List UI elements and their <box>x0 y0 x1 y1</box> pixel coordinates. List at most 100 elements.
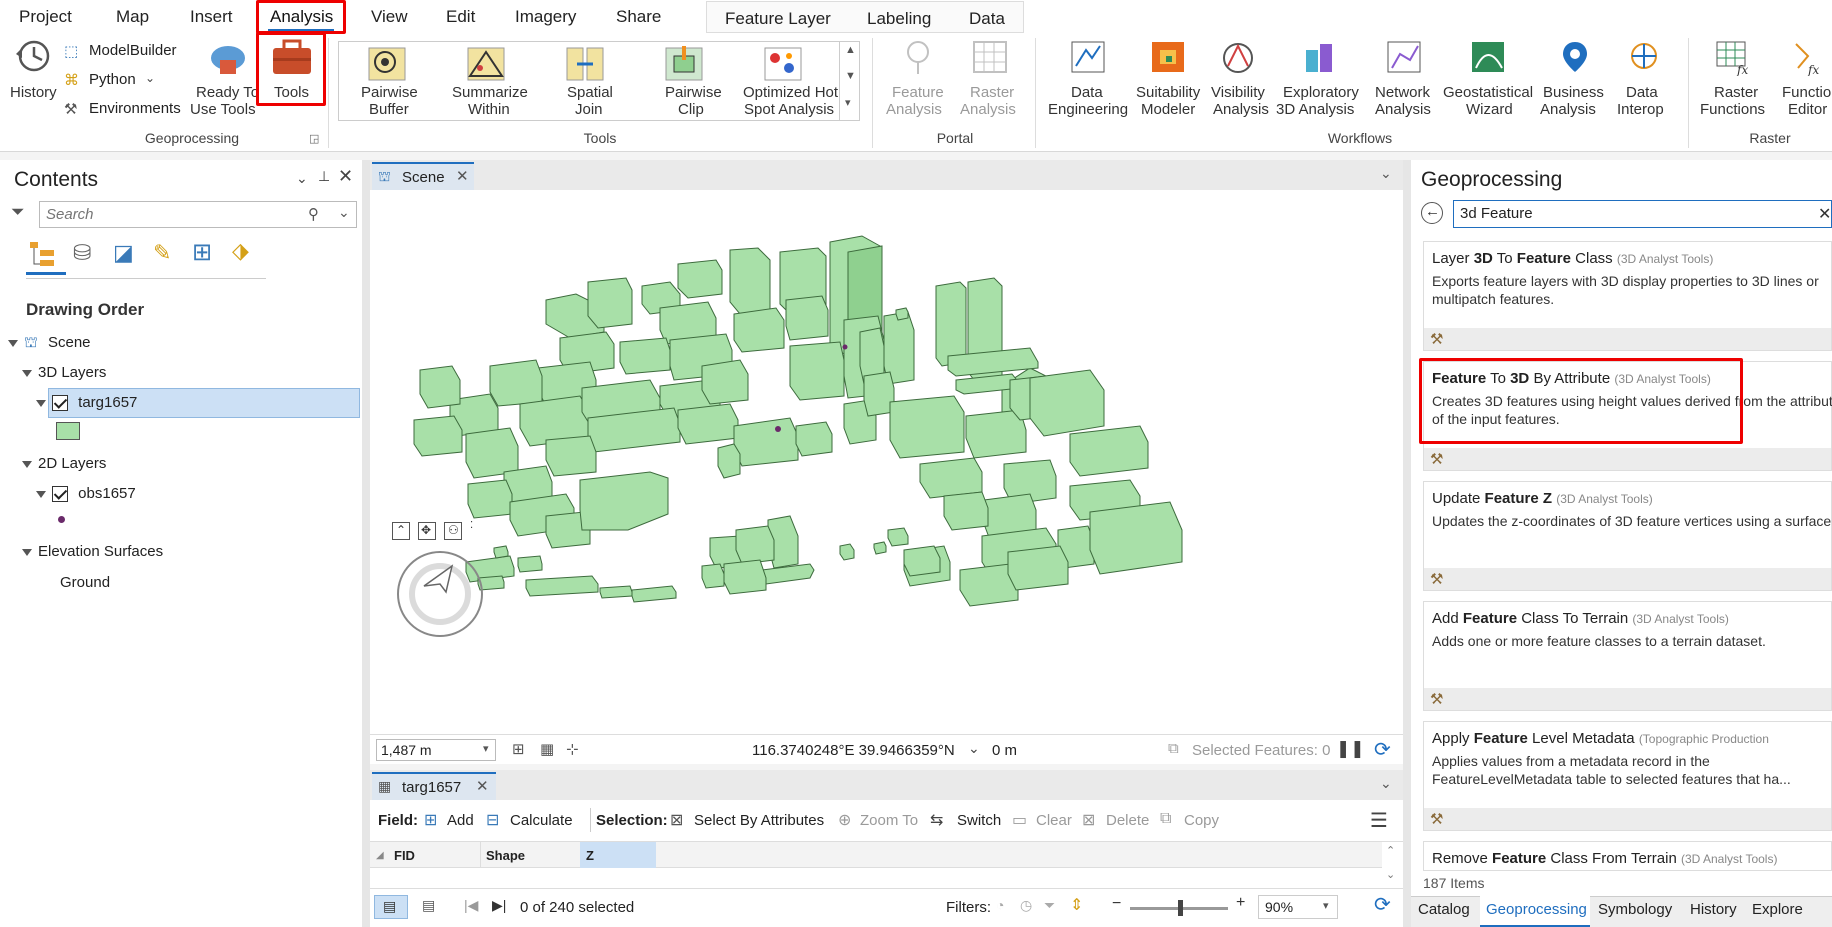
tab-symbology[interactable]: Symbology <box>1598 901 1672 918</box>
layer-symbol-swatch[interactable] <box>56 422 80 440</box>
scroll-up-icon[interactable]: ⌃ <box>1386 844 1395 857</box>
splitter[interactable] <box>362 160 370 927</box>
tab-data[interactable]: Data <box>969 9 1005 29</box>
summarize-within-line2[interactable]: Within <box>468 101 510 118</box>
gallery-scroller[interactable]: ▲ ▼ ▾ <box>839 42 860 120</box>
walk-mode-button[interactable]: ⚇ <box>444 522 462 540</box>
navigator-collapse-button[interactable]: ⌃ <box>392 522 410 540</box>
function-editor-line1[interactable]: Function <box>1782 84 1832 101</box>
delete-button[interactable]: Delete <box>1106 812 1149 829</box>
data-engineering-line1[interactable]: Data <box>1071 84 1103 101</box>
raster-analysis-line1[interactable]: Raster <box>970 84 1014 101</box>
network-line2[interactable]: Analysis <box>1375 101 1431 118</box>
gp-result-card[interactable]: Add Feature Class To Terrain (3D Analyst… <box>1423 601 1832 711</box>
clear-button[interactable]: Clear <box>1036 812 1072 829</box>
close-icon[interactable]: ✕ <box>338 166 353 187</box>
show-all-records-button[interactable]: ▤ <box>374 895 408 919</box>
spatial-join-line1[interactable]: Spatial <box>567 84 613 101</box>
tree-ground[interactable]: Ground <box>60 574 110 591</box>
gp-result-title[interactable]: Remove Feature Class From Terrain (3D An… <box>1432 850 1777 867</box>
chevron-down-icon[interactable]: ⌄ <box>338 204 350 221</box>
chevron-up-icon[interactable]: ▲ <box>845 44 856 56</box>
gp-result-card[interactable]: Remove Feature Class From Terrain (3D An… <box>1423 841 1832 871</box>
grid-icon[interactable]: ▦ <box>540 740 554 758</box>
menu-map[interactable]: Map <box>116 7 149 27</box>
caret-icon[interactable] <box>22 548 32 556</box>
list-by-labeling-icon[interactable]: ⬗ <box>232 238 249 264</box>
tree-layer-3d[interactable]: targ1657 <box>36 394 137 412</box>
filter-time-icon[interactable]: ◷ <box>1020 897 1032 914</box>
snapping-icon[interactable]: ⊹ <box>566 740 579 758</box>
ready-to-use-line2[interactable]: Use Tools <box>190 101 256 118</box>
switch-button[interactable]: Switch <box>957 812 1001 829</box>
business-line1[interactable]: Business <box>1543 84 1604 101</box>
column-header-z[interactable]: Z <box>586 848 594 863</box>
data-interop-line1[interactable]: Data <box>1626 84 1658 101</box>
zoom-level-selector[interactable]: 90% ▾ <box>1258 895 1338 919</box>
dialog-launcher-icon[interactable]: ◲ <box>309 132 319 145</box>
caret-icon[interactable] <box>36 399 46 407</box>
hot-spot-line2[interactable]: Spot Analysis <box>744 101 834 118</box>
tree-elevation-surfaces[interactable]: Elevation Surfaces <box>22 543 163 560</box>
menu-edit[interactable]: Edit <box>446 7 475 27</box>
python-button[interactable]: Python <box>89 71 136 88</box>
refresh-icon[interactable]: ⟳ <box>1374 892 1391 917</box>
chevron-down-icon[interactable]: ⌄ <box>1380 165 1392 182</box>
back-button[interactable]: ← <box>1421 202 1443 224</box>
fixed-zoom-icon[interactable]: ⊞ <box>512 740 525 758</box>
copy-button[interactable]: Copy <box>1184 812 1219 829</box>
pin-icon[interactable]: ⊥ <box>318 168 330 185</box>
range-icon[interactable]: ⇕ <box>1070 895 1083 915</box>
tree-scene[interactable]: ⛫ Scene <box>8 334 91 353</box>
feature-analysis-line1[interactable]: Feature <box>892 84 944 101</box>
scene-map-view[interactable]: ⌃ ✥ ⚇ ⁚ <box>370 190 1403 734</box>
gp-result-title[interactable]: Layer 3D To Feature Class (3D Analyst To… <box>1432 250 1713 267</box>
history-icon[interactable] <box>12 38 54 81</box>
menu-insert[interactable]: Insert <box>190 7 233 27</box>
gallery-expand-icon[interactable]: ▾ <box>845 96 851 109</box>
ready-to-use-line1[interactable]: Ready To <box>196 84 259 101</box>
close-icon[interactable]: ✕ <box>476 777 489 795</box>
layer-visibility-checkbox[interactable] <box>52 395 68 412</box>
point-symbol[interactable] <box>58 516 65 523</box>
contents-search-box[interactable]: ⚲ ⌄ <box>39 201 357 228</box>
column-header-shape[interactable]: Shape <box>486 848 525 863</box>
menu-share[interactable]: Share <box>616 7 661 27</box>
splitter[interactable] <box>1403 160 1411 927</box>
feature-analysis-line2[interactable]: Analysis <box>886 101 942 118</box>
history-button[interactable]: History <box>10 84 57 101</box>
gp-result-title[interactable]: Update Feature Z (3D Analyst Tools) <box>1432 490 1653 507</box>
pairwise-buffer-line1[interactable]: Pairwise <box>361 84 418 101</box>
list-by-source-icon[interactable]: ⛁ <box>73 240 91 266</box>
pairwise-clip-line1[interactable]: Pairwise <box>665 84 722 101</box>
navigator-compass[interactable] <box>394 548 484 638</box>
zoom-to-button[interactable]: Zoom To <box>860 812 918 829</box>
data-engineering-line2[interactable]: Engineering <box>1048 101 1128 118</box>
filter-icon[interactable]: ⏷ <box>11 202 25 222</box>
more-icon[interactable]: ⁚ <box>470 520 473 531</box>
list-by-drawing-order-icon[interactable] <box>28 240 64 270</box>
gp-result-card[interactable]: Apply Feature Level Metadata (Topographi… <box>1423 721 1832 831</box>
caret-icon[interactable] <box>8 339 18 347</box>
pan-mode-button[interactable]: ✥ <box>418 522 436 540</box>
select-all-icon[interactable]: ◢ <box>376 850 384 861</box>
suitability-line1[interactable]: Suitability <box>1136 84 1200 101</box>
environments-button[interactable]: Environments <box>89 100 181 117</box>
menu-icon[interactable]: ☰ <box>1370 808 1388 833</box>
caret-icon[interactable] <box>36 490 46 498</box>
gp-search-box[interactable]: 3d Feature ✕ <box>1453 200 1832 228</box>
geostatistical-line2[interactable]: Wizard <box>1466 101 1513 118</box>
scroll-down-icon[interactable]: ⌄ <box>1386 868 1395 881</box>
spatial-join-line2[interactable]: Join <box>575 101 603 118</box>
calculate-button[interactable]: Calculate <box>510 812 573 829</box>
gp-result-card[interactable]: Update Feature Z (3D Analyst Tools) Upda… <box>1423 481 1832 591</box>
caret-icon[interactable] <box>22 460 32 468</box>
data-interop-line2[interactable]: Interop <box>1617 101 1664 118</box>
pairwise-buffer-line2[interactable]: Buffer <box>369 101 409 118</box>
tab-geoprocessing[interactable]: Geoprocessing <box>1486 901 1587 918</box>
raster-functions-line1[interactable]: Raster <box>1714 84 1758 101</box>
gp-search-input[interactable]: 3d Feature <box>1460 205 1533 222</box>
selected-features-count[interactable]: Selected Features: 0 <box>1192 742 1330 759</box>
next-record-icon[interactable]: ▶| <box>492 897 506 914</box>
first-record-icon[interactable]: |◀ <box>464 897 478 914</box>
